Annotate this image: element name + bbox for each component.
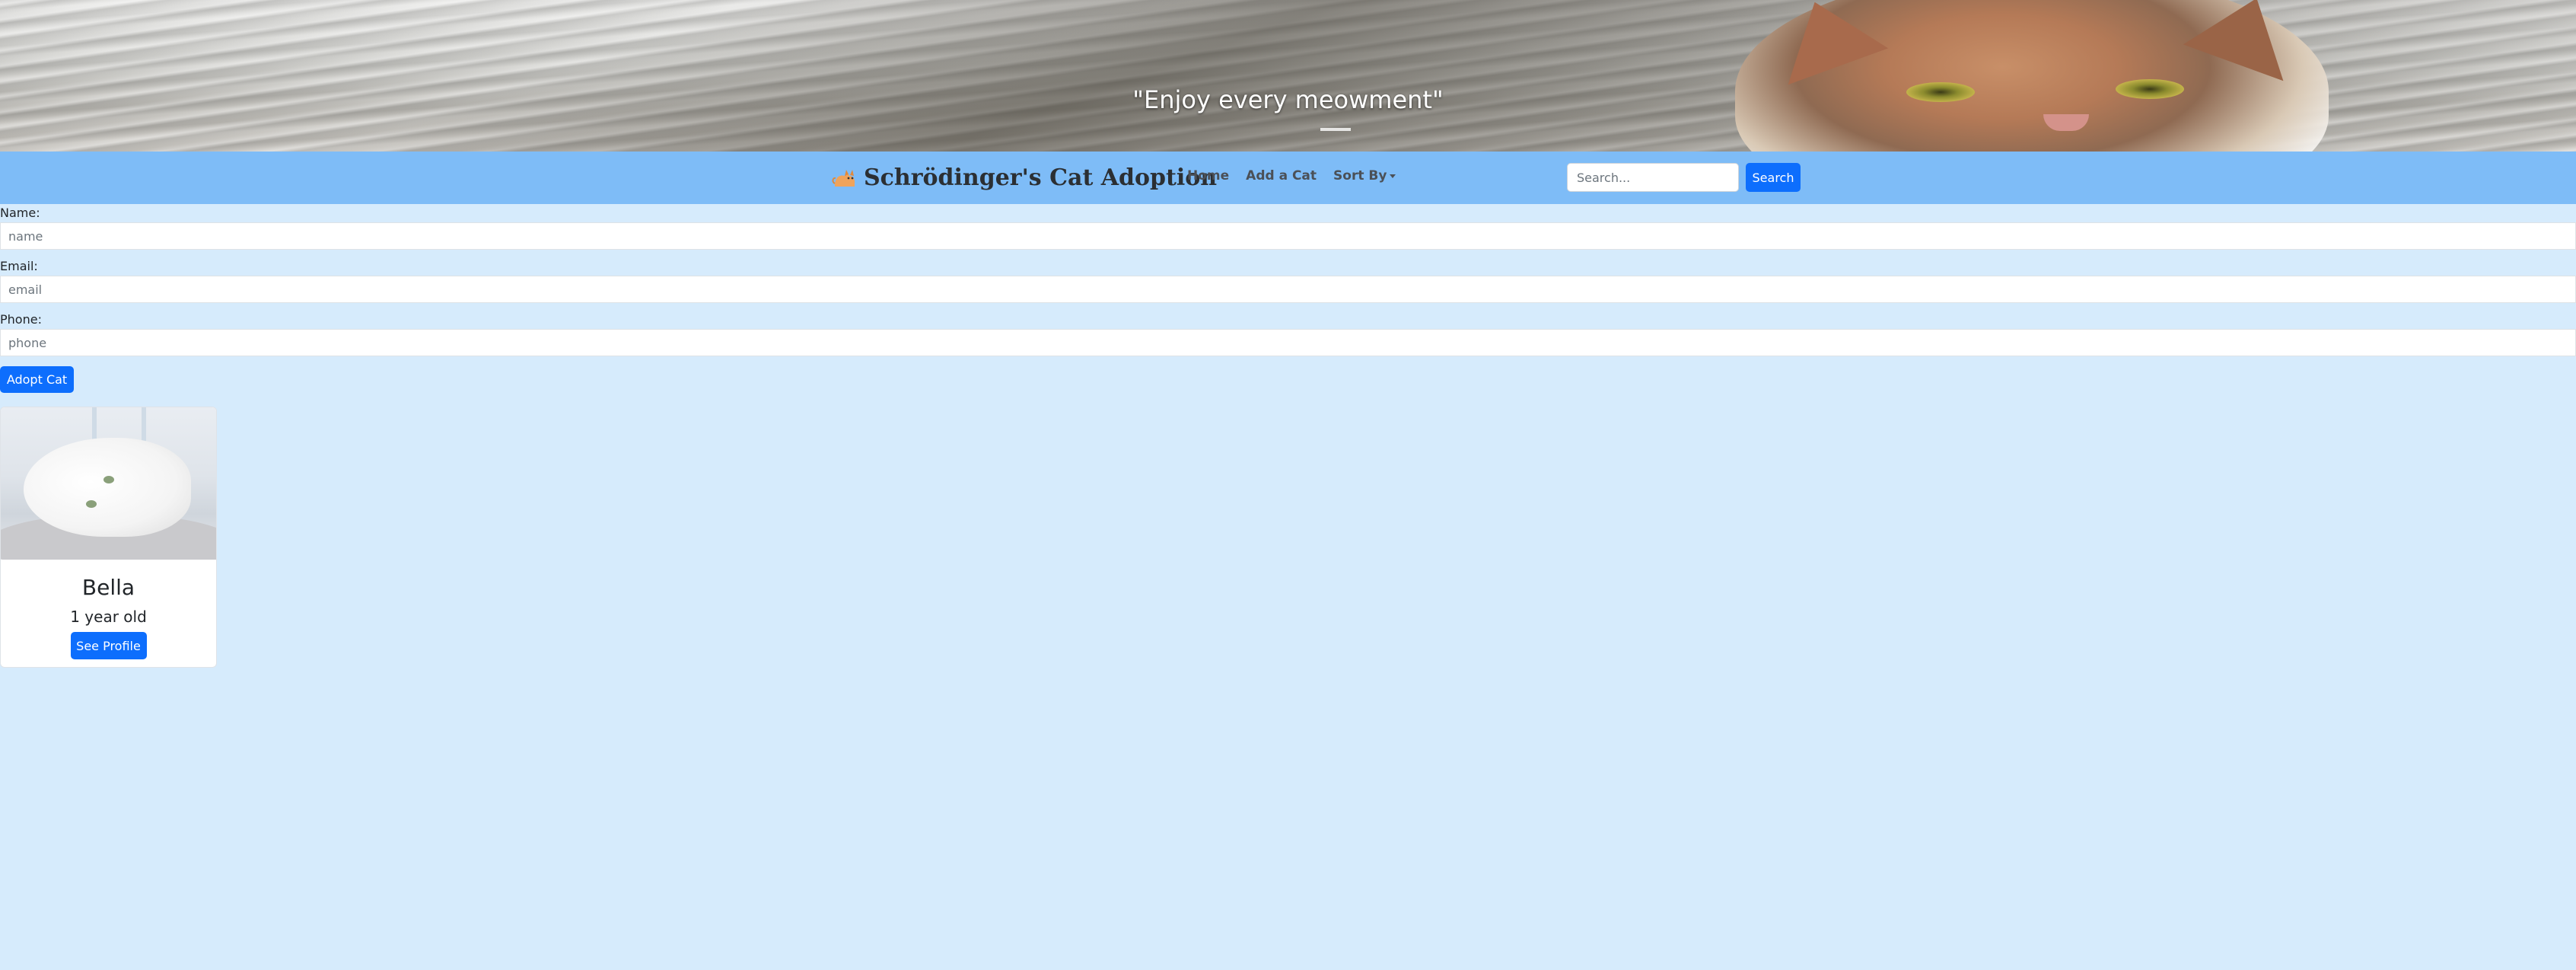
- email-field[interactable]: [0, 276, 2576, 303]
- cat-icon: [832, 167, 858, 188]
- photo-cat-eye: [103, 476, 114, 483]
- form-row-email: Email:: [0, 257, 2576, 311]
- cat-name: Bella: [81, 575, 135, 600]
- carousel-indicator[interactable]: [1320, 128, 1351, 131]
- form-row-name: Name:: [0, 204, 2576, 257]
- sort-by-label: Sort By: [1333, 168, 1387, 183]
- nav-links: Home Add a Cat Sort By: [1187, 168, 1396, 183]
- cat-age: 1 year old: [70, 608, 147, 626]
- search-input[interactable]: [1567, 163, 1739, 192]
- photo-cat-eye: [86, 500, 97, 508]
- name-field[interactable]: [0, 222, 2576, 250]
- form-row-phone: Phone:: [0, 311, 2576, 364]
- cat-photo: [1, 407, 216, 560]
- see-profile-button[interactable]: See Profile: [70, 632, 147, 659]
- cat-card: Bella 1 year old See Profile: [0, 407, 217, 668]
- phone-field[interactable]: [0, 329, 2576, 356]
- photo-cat: [24, 438, 191, 537]
- hero-banner: "Enjoy every meowment": [0, 0, 2576, 152]
- navbar-brand[interactable]: Schrödinger's Cat Adoption: [832, 162, 1217, 193]
- chevron-down-icon: [1390, 174, 1396, 178]
- nav-dropdown-sort-by[interactable]: Sort By: [1333, 168, 1396, 183]
- navbar: Schrödinger's Cat Adoption Home Add a Ca…: [0, 152, 2576, 204]
- brand-title: Schrödinger's Cat Adoption: [864, 164, 1218, 191]
- search-button[interactable]: Search: [1746, 163, 1801, 192]
- hero-quote: "Enjoy every meowment": [1132, 85, 1444, 114]
- nav-link-add-cat[interactable]: Add a Cat: [1246, 168, 1317, 183]
- adopt-cat-button[interactable]: Adopt Cat: [0, 366, 74, 393]
- nav-link-home[interactable]: Home: [1187, 168, 1229, 183]
- adopt-form: Name: Email: Phone:: [0, 204, 2576, 364]
